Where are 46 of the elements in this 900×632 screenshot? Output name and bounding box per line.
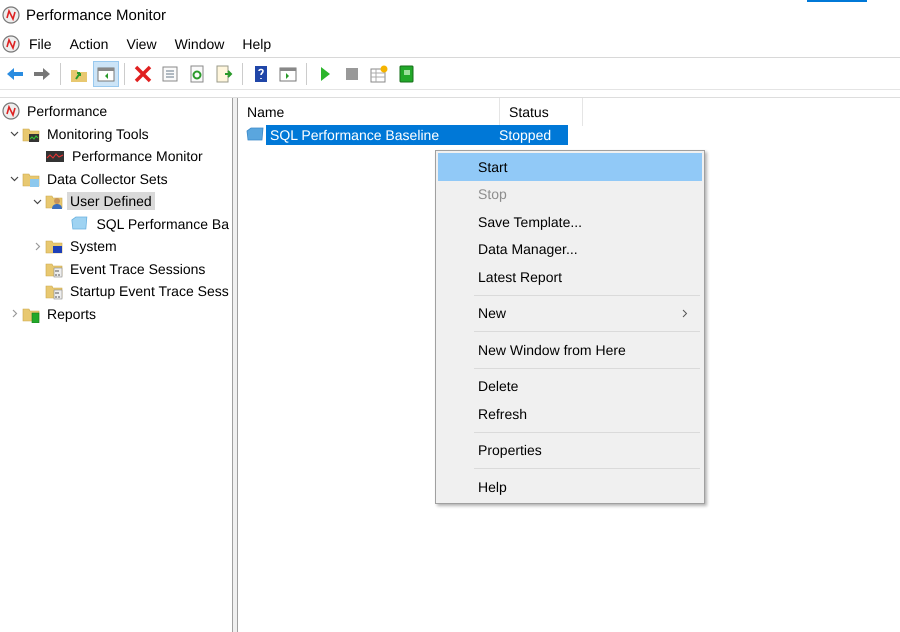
tree-item[interactable]: Monitoring Tools — [44, 124, 152, 143]
close-icon[interactable] — [134, 64, 152, 82]
context-menu-item[interactable]: Save Template... — [438, 208, 702, 236]
report-book-icon[interactable] — [397, 64, 415, 82]
expand-chevron-icon[interactable] — [32, 196, 42, 206]
menu-item[interactable]: Help — [233, 36, 280, 52]
tree-pane-icon[interactable] — [97, 64, 115, 82]
expand-chevron-icon[interactable] — [10, 129, 18, 138]
context-menu-item[interactable]: Start — [438, 153, 702, 180]
collapse-chevron-icon[interactable] — [10, 309, 18, 318]
table-cell[interactable]: SQL Performance Baseline — [266, 125, 495, 145]
action-pane-icon[interactable] — [279, 64, 297, 82]
tree-item[interactable]: Performance Monitor — [69, 147, 206, 166]
gauge-icon — [2, 34, 20, 52]
context-menu-item[interactable]: New Window from Here — [438, 336, 702, 364]
menu-item[interactable]: Action — [60, 36, 118, 52]
tree-item[interactable]: Reports — [44, 304, 100, 323]
toolbar-button[interactable] — [93, 60, 119, 86]
refresh-icon[interactable] — [188, 64, 206, 82]
tree-item[interactable]: Event Trace Sessions — [67, 260, 208, 278]
context-menu-item[interactable]: New — [438, 300, 702, 327]
collapse-chevron-icon[interactable] — [32, 242, 42, 251]
tree-item[interactable]: SQL Performance Ba — [93, 214, 232, 233]
tree-item[interactable]: Data Collector Sets — [44, 170, 171, 188]
menu-item[interactable]: Window — [166, 36, 234, 52]
table-cell[interactable]: Stopped — [495, 125, 568, 145]
tree-item[interactable]: Performance — [24, 102, 110, 120]
context-menu-item[interactable]: Properties — [438, 436, 702, 464]
new-table-icon[interactable] — [370, 64, 388, 82]
gauge-icon — [2, 6, 20, 24]
export-list-icon[interactable] — [215, 64, 233, 82]
tree-item[interactable]: System — [67, 237, 120, 256]
context-menu-item[interactable]: Help — [438, 473, 702, 500]
tree-item[interactable]: Startup Event Trace Sess — [67, 282, 232, 300]
window-title: Performance Monitor — [26, 6, 166, 24]
properties-icon[interactable] — [161, 64, 179, 82]
help-icon[interactable] — [252, 64, 270, 82]
context-menu-item[interactable]: Delete — [438, 372, 702, 400]
menu-item[interactable]: View — [117, 36, 166, 52]
context-menu-item[interactable]: Refresh — [438, 400, 702, 428]
context-menu-item[interactable]: Data Manager... — [438, 236, 702, 263]
tree-item[interactable]: User Defined — [67, 192, 155, 210]
context-menu-item[interactable]: Latest Report — [438, 263, 702, 290]
gauge-icon — [2, 102, 20, 120]
menu-item[interactable]: File — [20, 36, 61, 52]
expand-chevron-icon[interactable] — [10, 174, 18, 184]
